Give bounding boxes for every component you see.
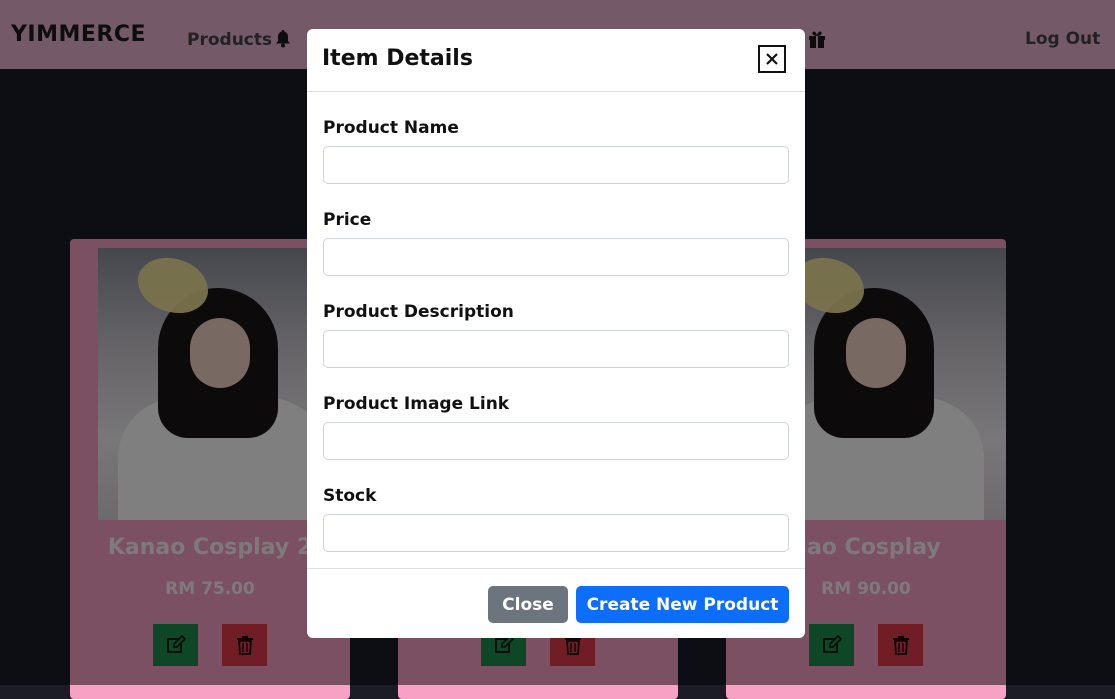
product-image-link-label: Product Image Link	[323, 394, 510, 414]
stock-input[interactable]	[323, 514, 789, 552]
create-new-product-button[interactable]: Create New Product	[576, 586, 789, 623]
product-name-label: Product Name	[323, 118, 459, 138]
product-description-input[interactable]	[323, 330, 789, 368]
close-x-button[interactable]	[758, 45, 786, 73]
price-input[interactable]	[323, 238, 789, 276]
stock-label: Stock	[323, 486, 377, 506]
modal-title: Item Details	[322, 46, 473, 71]
product-description-label: Product Description	[323, 302, 514, 322]
modal-header: Item Details	[307, 29, 805, 92]
modal-footer: Close Create New Product	[307, 568, 805, 638]
product-image-link-input[interactable]	[323, 422, 789, 460]
product-name-input[interactable]	[323, 146, 789, 184]
item-details-modal: Item Details Product Name Price Product …	[307, 29, 805, 638]
price-label: Price	[323, 210, 372, 230]
close-icon	[766, 53, 778, 65]
close-button[interactable]: Close	[488, 586, 568, 623]
